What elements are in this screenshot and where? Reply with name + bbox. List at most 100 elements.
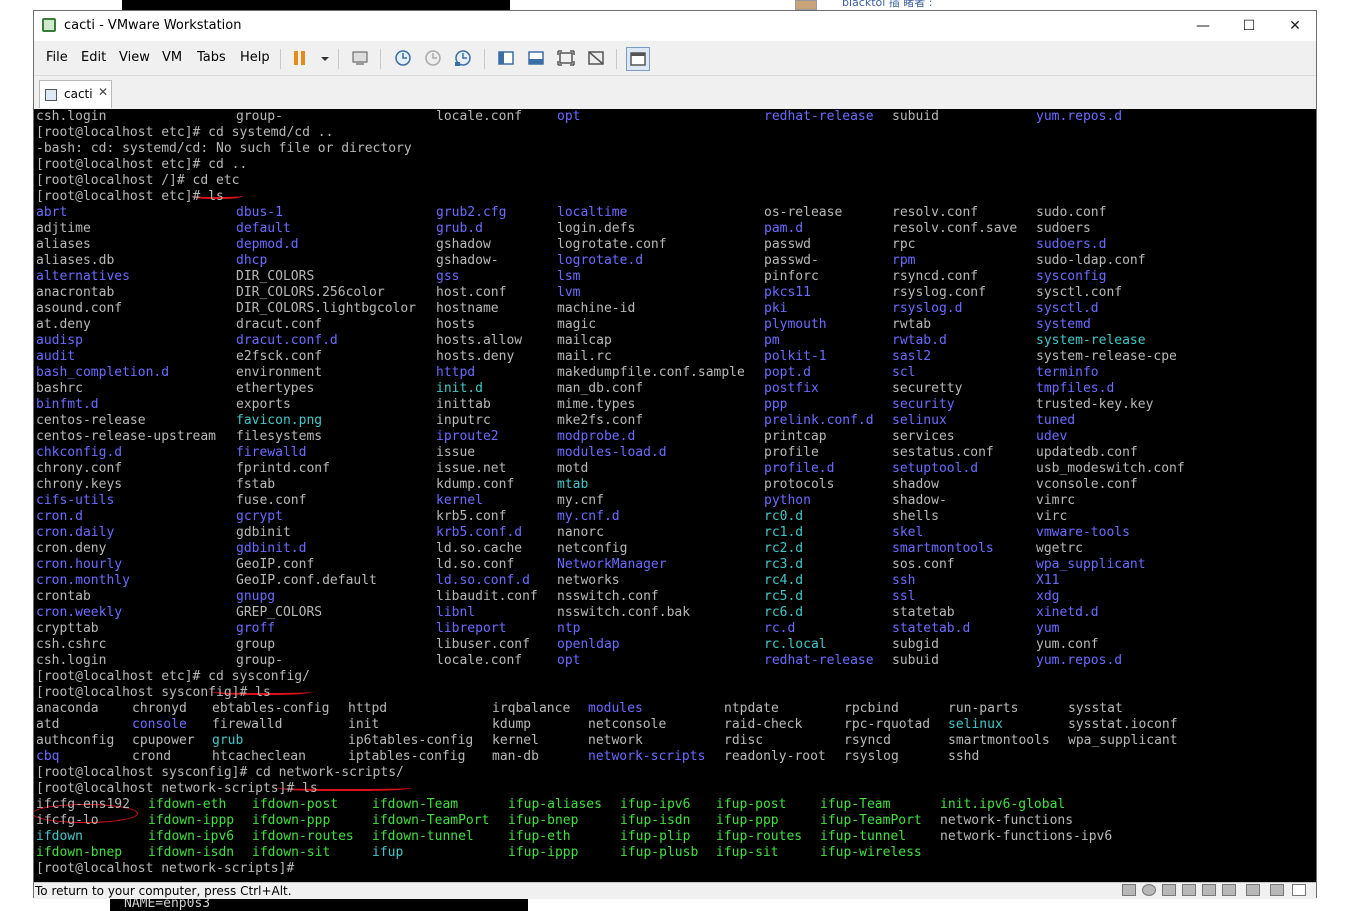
file-entry: gshadow- [436,253,499,268]
hard-disk-icon[interactable] [1122,884,1136,896]
background-avatar [795,0,817,10]
file-entry: rc.d [764,621,796,636]
fullscreen-icon[interactable] [555,47,577,69]
file-entry: dbus-1 [236,205,283,220]
status-bar: To return to your computer, press Ctrl+A… [34,882,1316,899]
file-entry: libuser.conf [436,637,530,652]
menu-edit[interactable]: Edit [81,50,106,65]
file-entry: opt [557,653,581,668]
file-entry: ppp [764,397,788,412]
sound-card-icon[interactable] [1222,884,1236,896]
toolbar-separator [380,49,381,69]
terminal-command-line: [root@localhost sysconfig]# cd network-s… [36,765,404,780]
file-entry: kernel [492,733,539,748]
pause-icon[interactable] [289,47,311,69]
file-entry: modprobe.d [557,429,636,444]
menu-file[interactable]: File [46,50,68,65]
file-entry: wgetrc [1036,541,1083,556]
file-entry: locale.conf [436,109,523,124]
file-entry: ntp [557,621,581,636]
file-entry: rsyslog.d [892,301,963,316]
library-icon[interactable] [495,47,517,69]
file-entry: grub.d [436,221,483,236]
file-entry: cron.weekly [36,605,123,620]
file-entry: ifdown-post [252,797,339,812]
file-entry: pki [764,301,788,316]
minimize-button[interactable]: — [1180,11,1226,41]
file-entry: trusted-key.key [1036,397,1154,412]
maximize-button[interactable]: ☐ [1226,11,1272,41]
file-entry: ifup-sit [716,845,779,860]
tab-cacti[interactable]: cacti ✕ [39,80,112,108]
vmware-window: cacti - VMware Workstation — ☐ ✕ File Ed… [33,10,1317,899]
toolbar-separator [616,49,617,69]
fit-guest-icon[interactable] [1292,884,1306,896]
menu-view[interactable]: View [119,50,150,65]
file-entry: ifup-eth [508,829,571,844]
file-entry: sudoers [1036,221,1091,236]
file-entry: csh.login [36,109,107,124]
file-entry: pm [764,333,780,348]
file-entry: makedumpfile.conf.sample [557,365,745,380]
file-entry: modules [588,701,643,716]
snapshot-revert-icon[interactable] [422,47,444,69]
file-entry: machine-id [557,301,636,316]
message-log-icon[interactable] [1270,884,1284,896]
file-entry: host.conf [436,285,507,300]
file-entry: lvm [557,285,581,300]
network-adapter-icon[interactable] [1162,884,1176,896]
file-entry: exports [236,397,291,412]
file-entry: smartmontools [948,733,1050,748]
usb-controller-icon[interactable] [1182,884,1196,896]
file-entry: dracut.conf [236,317,323,332]
snapshot-take-icon[interactable] [392,47,414,69]
file-entry: resolv.conf.save [892,221,1018,236]
cd-dvd-icon[interactable] [1142,884,1156,896]
file-entry: rpc-rquotad [844,717,931,732]
menu-tabs[interactable]: Tabs [197,50,226,65]
file-entry: group- [236,653,283,668]
file-entry: gnupg [236,589,276,604]
file-entry: init.ipv6-global [940,797,1066,812]
file-entry: ifdown-sit [252,845,331,860]
file-entry: ifdown-ppp [252,813,331,828]
file-entry: rc3.d [764,557,804,572]
printer-icon[interactable] [1202,884,1216,896]
tab-close-icon[interactable]: ✕ [98,85,108,99]
file-entry: python [764,493,811,508]
menu-help[interactable]: Help [240,50,270,65]
file-entry: sudo-ldap.conf [1036,253,1146,268]
file-entry: fstab [236,477,276,492]
file-entry: cbq [36,749,60,764]
file-entry: ifdown-ipv6 [148,829,235,844]
terminal-command-line: [root@localhost /]# cd etc [36,173,240,188]
file-entry: favicon.png [236,413,323,428]
file-entry: passwd [764,237,811,252]
file-entry: readonly-root [724,749,826,764]
send-ctrl-alt-del-icon[interactable] [349,47,371,69]
console-view-icon[interactable] [525,47,547,69]
file-entry: wpa_supplicant [1036,557,1146,572]
snapshot-manager-icon[interactable] [452,47,474,69]
unity-icon[interactable] [585,47,607,69]
file-entry: profile.d [764,461,835,476]
file-entry: ifdown-eth [148,797,227,812]
close-button[interactable]: ✕ [1272,11,1318,41]
file-entry: rc.local [764,637,827,652]
menu-vm[interactable]: VM [162,50,182,65]
file-entry: tmpfiles.d [1036,381,1115,396]
dropdown-icon[interactable] [314,47,329,69]
file-entry: rc2.d [764,541,804,556]
file-entry: dhcp [236,253,268,268]
file-entry: firewalld [236,445,307,460]
thumbnail-icon[interactable] [626,47,650,71]
file-entry: e2fsck.conf [236,349,323,364]
vm-console[interactable]: csh.login group-locale.conf opt redhat-rele… [34,109,1316,882]
file-entry: wpa_supplicant [1068,733,1178,748]
file-entry: alternatives [36,269,130,284]
title-bar[interactable]: cacti - VMware Workstation — ☐ ✕ [34,11,1316,41]
file-entry: gdbinit.d [236,541,307,556]
file-entry: shadow- [892,493,947,508]
file-entry: sos.conf [892,557,955,572]
display-icon[interactable] [1246,884,1260,896]
